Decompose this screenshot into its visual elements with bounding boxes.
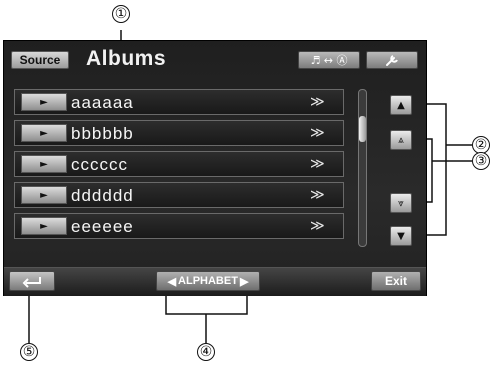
list-item-label: eeeeee — [71, 217, 134, 236]
play-button[interactable]: ► — [21, 124, 67, 142]
alphabet-left-icon[interactable]: ◀ — [168, 275, 176, 288]
scroll-up-button[interactable]: ▲ — [390, 95, 412, 115]
mode-toggle-button[interactable]: ♬ ↔ Ⓐ — [298, 51, 360, 69]
scrollbar[interactable] — [358, 89, 367, 247]
more-icon[interactable]: ≫ — [310, 125, 325, 141]
list-item-label: aaaaaa — [71, 93, 134, 112]
list-item[interactable]: ► bbbbbb ≫ — [14, 120, 344, 146]
list-item-label: cccccc — [71, 155, 128, 174]
play-button[interactable]: ► — [21, 217, 67, 235]
return-arrow-icon — [22, 277, 41, 288]
source-button[interactable]: Source — [11, 51, 69, 69]
alphabet-label: ALPHABET — [178, 275, 238, 287]
play-icon: ► — [40, 189, 48, 201]
play-icon: ► — [40, 127, 48, 139]
page-title: Albums — [86, 47, 167, 70]
play-icon: ► — [40, 96, 48, 108]
play-icon: ► — [40, 158, 48, 170]
list-item[interactable]: ► dddddd ≫ — [14, 182, 344, 208]
page-up-button[interactable]: ⩓ — [390, 130, 412, 150]
list-item[interactable]: ► eeeeee ≫ — [14, 213, 344, 239]
alphabet-button[interactable]: ◀ ALPHABET ▶ — [156, 271, 260, 291]
scrollbar-thumb[interactable] — [359, 116, 366, 142]
list-item-label: bbbbbb — [71, 124, 134, 143]
callout-3: ③ — [472, 152, 490, 170]
setup-button[interactable] — [366, 51, 418, 69]
more-icon[interactable]: ≫ — [310, 218, 325, 234]
more-icon[interactable]: ≫ — [310, 156, 325, 172]
wrench-icon — [386, 55, 398, 66]
page-down-button[interactable]: ⩔ — [390, 193, 412, 213]
callout-5: ⑤ — [20, 343, 38, 361]
play-button[interactable]: ► — [21, 155, 67, 173]
albums-screen: Source Albums ♬ ↔ Ⓐ ► aaaaaa ≫ ► bbbbbb … — [3, 40, 427, 296]
play-button[interactable]: ► — [21, 93, 67, 111]
exit-button[interactable]: Exit — [371, 271, 421, 291]
list-item-label: dddddd — [71, 186, 134, 205]
bottom-bar: ◀ ALPHABET ▶ Exit — [4, 267, 426, 296]
play-icon: ► — [40, 220, 48, 232]
more-icon[interactable]: ≫ — [310, 187, 325, 203]
play-button[interactable]: ► — [21, 186, 67, 204]
list-item[interactable]: ► aaaaaa ≫ — [14, 89, 344, 115]
alphabet-right-icon[interactable]: ▶ — [240, 275, 248, 288]
callout-4: ④ — [197, 343, 215, 361]
scroll-down-button[interactable]: ▼ — [390, 226, 412, 246]
list-item[interactable]: ► cccccc ≫ — [14, 151, 344, 177]
callout-1: ① — [112, 5, 130, 23]
more-icon[interactable]: ≫ — [310, 94, 325, 110]
back-button[interactable] — [9, 271, 55, 291]
